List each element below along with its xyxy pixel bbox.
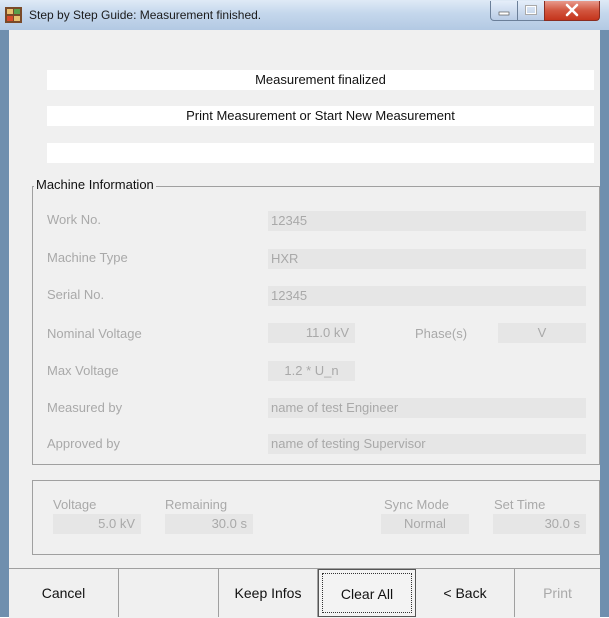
serial-no-label: Serial No. <box>47 287 105 302</box>
voltage-field: 5.0 kV <box>53 514 141 534</box>
cancel-button[interactable]: Cancel <box>9 569 119 617</box>
machine-type-label: Machine Type <box>47 250 128 265</box>
clear-all-button[interactable]: Clear All <box>318 569 416 617</box>
set-time-field: 30.0 s <box>493 514 586 534</box>
keep-infos-button[interactable]: Keep Infos <box>219 569 318 617</box>
app-window: Step by Step Guide: Measurement finished… <box>0 0 609 618</box>
status-line-1: Measurement finalized <box>47 70 594 90</box>
work-no-field: 12345 <box>268 211 586 231</box>
title-bar[interactable]: Step by Step Guide: Measurement finished… <box>0 0 609 30</box>
minimize-button[interactable] <box>490 1 518 21</box>
back-button[interactable]: < Back <box>416 569 515 617</box>
sync-mode-field: Normal <box>381 514 469 534</box>
approved-by-label: Approved by <box>47 436 120 451</box>
voltage-label: Voltage <box>53 497 97 512</box>
approved-by-field: name of testing Supervisor <box>268 434 586 454</box>
sync-mode-label: Sync Mode <box>384 497 450 512</box>
max-voltage-field: 1.2 * U_n <box>268 361 355 381</box>
status-line-3 <box>47 143 594 163</box>
maximize-button[interactable] <box>517 1 545 21</box>
status-line-2: Print Measurement or Start New Measureme… <box>47 106 594 126</box>
close-icon <box>565 3 579 17</box>
remaining-field: 30.0 s <box>165 514 253 534</box>
button-bar: Cancel Keep Infos Clear All < Back Print <box>9 568 600 618</box>
machine-type-field: HXR <box>268 249 586 269</box>
set-time-label: Set Time <box>494 497 546 512</box>
minimize-icon <box>498 11 510 16</box>
dialog-client-area: Measurement finalized Print Measurement … <box>9 30 600 617</box>
nominal-voltage-field: 11.0 kV <box>268 323 355 343</box>
print-button[interactable]: Print <box>515 569 600 617</box>
app-icon <box>5 7 22 23</box>
max-voltage-label: Max Voltage <box>47 363 119 378</box>
measured-by-label: Measured by <box>47 400 123 415</box>
phase-field: V <box>498 323 586 343</box>
close-button[interactable] <box>544 1 600 21</box>
remaining-label: Remaining <box>165 497 228 512</box>
window-title: Step by Step Guide: Measurement finished… <box>29 8 262 22</box>
measured-by-field: name of test Engineer <box>268 398 586 418</box>
work-no-label: Work No. <box>47 212 101 227</box>
serial-no-field: 12345 <box>268 286 586 306</box>
phase-label: Phase(s) <box>415 326 468 341</box>
maximize-icon <box>525 5 537 15</box>
nominal-voltage-label: Nominal Voltage <box>47 326 142 341</box>
machine-info-title: Machine Information <box>34 177 156 192</box>
blank-button[interactable] <box>119 569 219 617</box>
